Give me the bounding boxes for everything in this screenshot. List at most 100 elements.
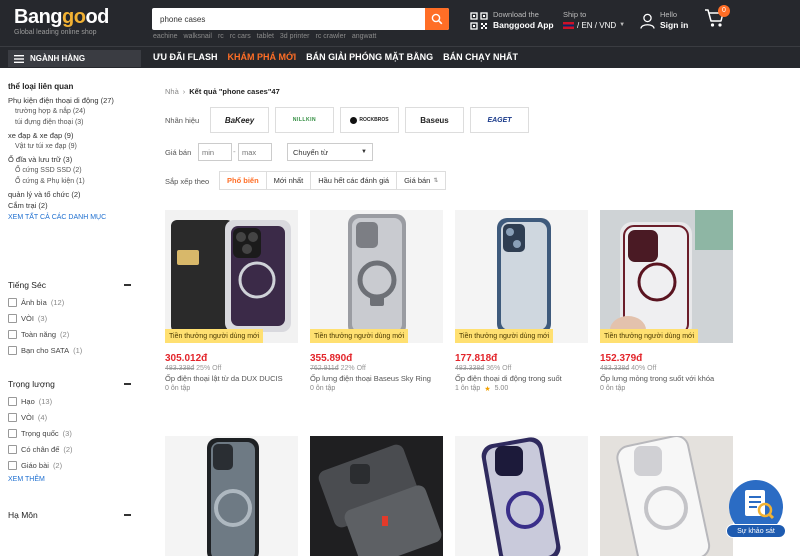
see-all-categories-link[interactable]: XEM TẤT CẢ CÁC DANH MỤC	[8, 214, 134, 221]
subcategory-link[interactable]: Ổ cứng & Phụ kiện (1)	[8, 176, 134, 187]
product-card[interactable]: Tiền thưởng người dùng mới 152.379đ 483.…	[600, 210, 733, 392]
brand-logo-text: EAGET	[487, 116, 512, 124]
hot-word[interactable]: rc cars	[230, 33, 251, 40]
sort-price[interactable]: Giá bán ⇅	[397, 172, 445, 189]
product-image[interactable]	[600, 436, 733, 556]
hot-word[interactable]: tablet	[257, 33, 274, 40]
category-link[interactable]: xe đạp & xe đạp (9)	[8, 130, 134, 141]
category-link[interactable]: Cắm trại (2)	[8, 200, 134, 211]
product-card[interactable]: Tiền thưởng người dùng mới 305.012đ 483.…	[165, 210, 298, 392]
collapse-icon[interactable]	[124, 383, 131, 385]
breadcrumb-home[interactable]: Nhà	[165, 87, 179, 96]
filter-option[interactable]: Toàn năng (2)	[8, 326, 131, 342]
brand-nillkin[interactable]: NILLKIN	[275, 107, 334, 133]
product-card[interactable]: Tiền thưởng người dùng mới 355.890đ 762.…	[310, 210, 443, 392]
collapse-icon[interactable]	[124, 284, 131, 286]
filter-option[interactable]: Ảnh bìa (12)	[8, 294, 131, 310]
brand-eaget[interactable]: EAGET	[470, 107, 529, 133]
product-image[interactable]: Tiền thưởng người dùng mới	[310, 210, 443, 343]
filter-option[interactable]: Hạo (13)	[8, 393, 131, 409]
product-card[interactable]	[165, 436, 298, 556]
product-image[interactable]: Tiền thưởng người dùng mới	[165, 210, 298, 343]
review-count: 1 ôn tập	[455, 385, 481, 392]
cart-button[interactable]: 0	[704, 5, 730, 30]
checkbox[interactable]	[8, 444, 17, 454]
phone-case-image	[165, 436, 298, 556]
subcategory-link[interactable]: túi đựng điện thoại (3)	[8, 117, 134, 128]
see-more-link[interactable]: XEM THÊM	[8, 476, 131, 483]
filter-option[interactable]: Bạn cho SATA (1)	[8, 342, 131, 358]
nav-new-arrivals[interactable]: KHÁM PHÁ MỚI	[227, 52, 296, 62]
product-name[interactable]: Ốp điện thoại di động trong suốt	[455, 374, 588, 383]
product-card[interactable]	[310, 436, 443, 556]
price-max-input[interactable]	[238, 143, 272, 161]
subcategory-link[interactable]: Vật tư túi xe đạp (9)	[8, 141, 134, 152]
product-image[interactable]	[455, 436, 588, 556]
hot-word[interactable]: 3d printer	[280, 33, 310, 40]
survey-widget[interactable]: Sự khảo sát	[726, 480, 786, 542]
related-categories: thể loại liên quan Phụ kiện điện thoại d…	[8, 82, 134, 221]
checkbox[interactable]	[8, 345, 17, 355]
checkbox[interactable]	[8, 329, 17, 339]
hot-word[interactable]: eachine	[153, 33, 178, 40]
product-card[interactable]	[455, 436, 588, 556]
product-name[interactable]: Ốp lưng mỏng trong suốt với khóa	[600, 374, 733, 383]
logo[interactable]: Banggood Global leading online shop	[14, 6, 109, 36]
phone-case-image	[310, 210, 443, 343]
filter-option[interactable]: Giáo bài (2)	[8, 457, 131, 473]
app-download[interactable]: Download the Banggood App	[470, 10, 554, 31]
checkbox[interactable]	[8, 396, 17, 406]
filter-option[interactable]: VÒI (4)	[8, 409, 131, 425]
product-image[interactable]: Tiền thưởng người dùng mới	[455, 210, 588, 343]
category-link[interactable]: Phụ kiện điện thoại di động (27)	[8, 95, 134, 106]
sort-most-reviews[interactable]: Hầu hết các đánh giá	[311, 172, 398, 189]
filter-header[interactable]: Tiếng Séc	[8, 280, 131, 290]
brand-baseus[interactable]: Baseus	[405, 107, 464, 133]
product-discount: 22% Off	[340, 365, 366, 372]
product-name[interactable]: Ốp lưng điện thoại Baseus Sky Ring	[310, 374, 443, 383]
brand-bakeey[interactable]: BaKeey	[210, 107, 269, 133]
search-button[interactable]	[425, 8, 449, 30]
subcategory-link[interactable]: trường hợp & nắp (24)	[8, 106, 134, 117]
hot-word[interactable]: angwatt	[352, 33, 377, 40]
filter-header[interactable]: Trọng lượng	[8, 379, 131, 389]
currency-convert-select[interactable]: Chuyển từ ▼	[287, 143, 373, 161]
product-name[interactable]: Ốp điện thoại lật từ da DUX DUCIS	[165, 374, 298, 383]
search-input[interactable]	[152, 8, 424, 30]
product-image[interactable]: Tiền thưởng người dùng mới	[600, 210, 733, 343]
checkbox[interactable]	[8, 313, 17, 323]
categories-label: NGÀNH HÀNG	[30, 54, 86, 63]
checkbox[interactable]	[8, 297, 17, 307]
nav-flash-deals[interactable]: ƯU ĐÃI FLASH	[153, 52, 217, 62]
category-link[interactable]: quản lý và tổ chức (2)	[8, 189, 134, 200]
brand-rockbros[interactable]: ROCKBROS	[340, 107, 399, 133]
sort-newest[interactable]: Mới nhất	[267, 172, 312, 189]
product-card[interactable]: Tiền thưởng người dùng mới 177.818đ 483.…	[455, 210, 588, 393]
product-discount: 25% Off	[196, 365, 222, 372]
checkbox[interactable]	[8, 428, 17, 438]
hot-word[interactable]: walksnail	[184, 33, 212, 40]
hot-word[interactable]: rc crawler	[315, 33, 345, 40]
checkbox[interactable]	[8, 460, 17, 470]
hot-word[interactable]: rc	[218, 33, 224, 40]
filter-option[interactable]: Trọng quốc (3)	[8, 425, 131, 441]
nav-best-sellers[interactable]: BÁN CHẠY NHẤT	[443, 52, 518, 62]
nav-clearance[interactable]: BÁN GIẢI PHÓNG MẶT BẰNG	[306, 52, 433, 62]
categories-button[interactable]: NGÀNH HÀNG	[8, 50, 141, 67]
app-line1: Download the	[493, 10, 539, 19]
flag-icon	[563, 22, 574, 29]
product-image[interactable]	[165, 436, 298, 556]
filter-header[interactable]: Hạ Môn	[8, 510, 131, 520]
sort-popular[interactable]: Phổ biến	[220, 172, 267, 189]
sign-in[interactable]: Hello Sign in	[640, 10, 688, 31]
checkbox[interactable]	[8, 412, 17, 422]
collapse-icon[interactable]	[124, 514, 131, 516]
subcategory-link[interactable]: Ổ cứng SSD SSD (2)	[8, 165, 134, 176]
product-image[interactable]	[310, 436, 443, 556]
filter-option[interactable]: Có chân đế (2)	[8, 441, 131, 457]
product-card[interactable]	[600, 436, 733, 556]
ship-to-selector[interactable]: Ship to / EN / VND ▼	[563, 10, 625, 31]
price-min-input[interactable]	[198, 143, 232, 161]
filter-option[interactable]: VÒI (3)	[8, 310, 131, 326]
category-link[interactable]: Ổ đĩa và lưu trữ (3)	[8, 154, 134, 165]
